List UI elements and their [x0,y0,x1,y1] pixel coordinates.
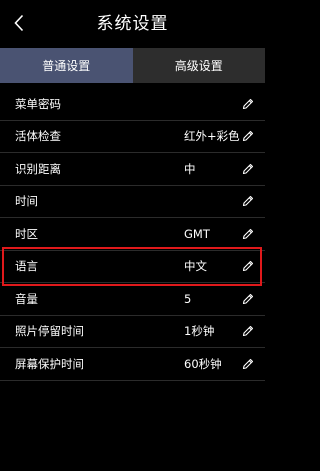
header-bar: 系统设置 [0,0,265,47]
setting-value: 中 [184,161,196,176]
setting-row-screensaver-time[interactable]: 屏幕保护时间 60秒钟 [0,348,265,381]
setting-row-photo-display-time[interactable]: 照片停留时间 1秒钟 [0,316,265,348]
setting-label: 菜单密码 [15,96,61,111]
setting-label: 屏幕保护时间 [15,356,84,371]
tab-general-settings[interactable]: 普通设置 [0,48,133,83]
setting-label: 时间 [15,194,38,209]
setting-value: 60秒钟 [184,356,222,371]
setting-row-language[interactable]: 语言 中文 [0,246,265,286]
setting-row-liveness-check[interactable]: 活体检查 红外+彩色 [0,121,265,153]
pencil-icon[interactable] [241,153,255,185]
pencil-icon[interactable] [241,186,255,218]
page-title: 系统设置 [96,14,169,34]
setting-row-time[interactable]: 时间 [0,186,265,218]
pencil-icon[interactable] [241,121,255,153]
pencil-icon[interactable] [241,283,255,315]
setting-value: 5 [184,291,192,306]
setting-row-menu-password[interactable]: 菜单密码 [0,88,265,121]
pencil-icon[interactable] [241,88,255,120]
setting-row-volume[interactable]: 音量 5 [0,283,265,316]
setting-label: 语言 [15,259,38,274]
setting-label: 时区 [15,226,38,241]
setting-value: 中文 [184,259,207,274]
pencil-icon[interactable] [241,316,255,348]
setting-label: 照片停留时间 [15,324,84,339]
setting-row-timezone[interactable]: 时区 GMT [0,218,265,251]
settings-list: 菜单密码 活体检查 红外+彩色 识别距离 中 时间 时区 GMT 语言 中文 音… [0,88,265,381]
setting-label: 活体检查 [15,129,61,144]
pencil-icon[interactable] [241,348,255,380]
setting-value: 红外+彩色 [184,129,240,144]
setting-label: 音量 [15,291,38,306]
setting-value: GMT [184,226,210,241]
setting-label: 识别距离 [15,161,61,176]
pencil-icon[interactable] [241,251,255,283]
setting-value: 1秒钟 [184,324,215,339]
tab-advanced-settings[interactable]: 高级设置 [132,48,265,83]
setting-row-recognition-distance[interactable]: 识别距离 中 [0,153,265,186]
pencil-icon[interactable] [241,218,255,250]
settings-tabs: 普通设置 高级设置 [0,48,265,83]
